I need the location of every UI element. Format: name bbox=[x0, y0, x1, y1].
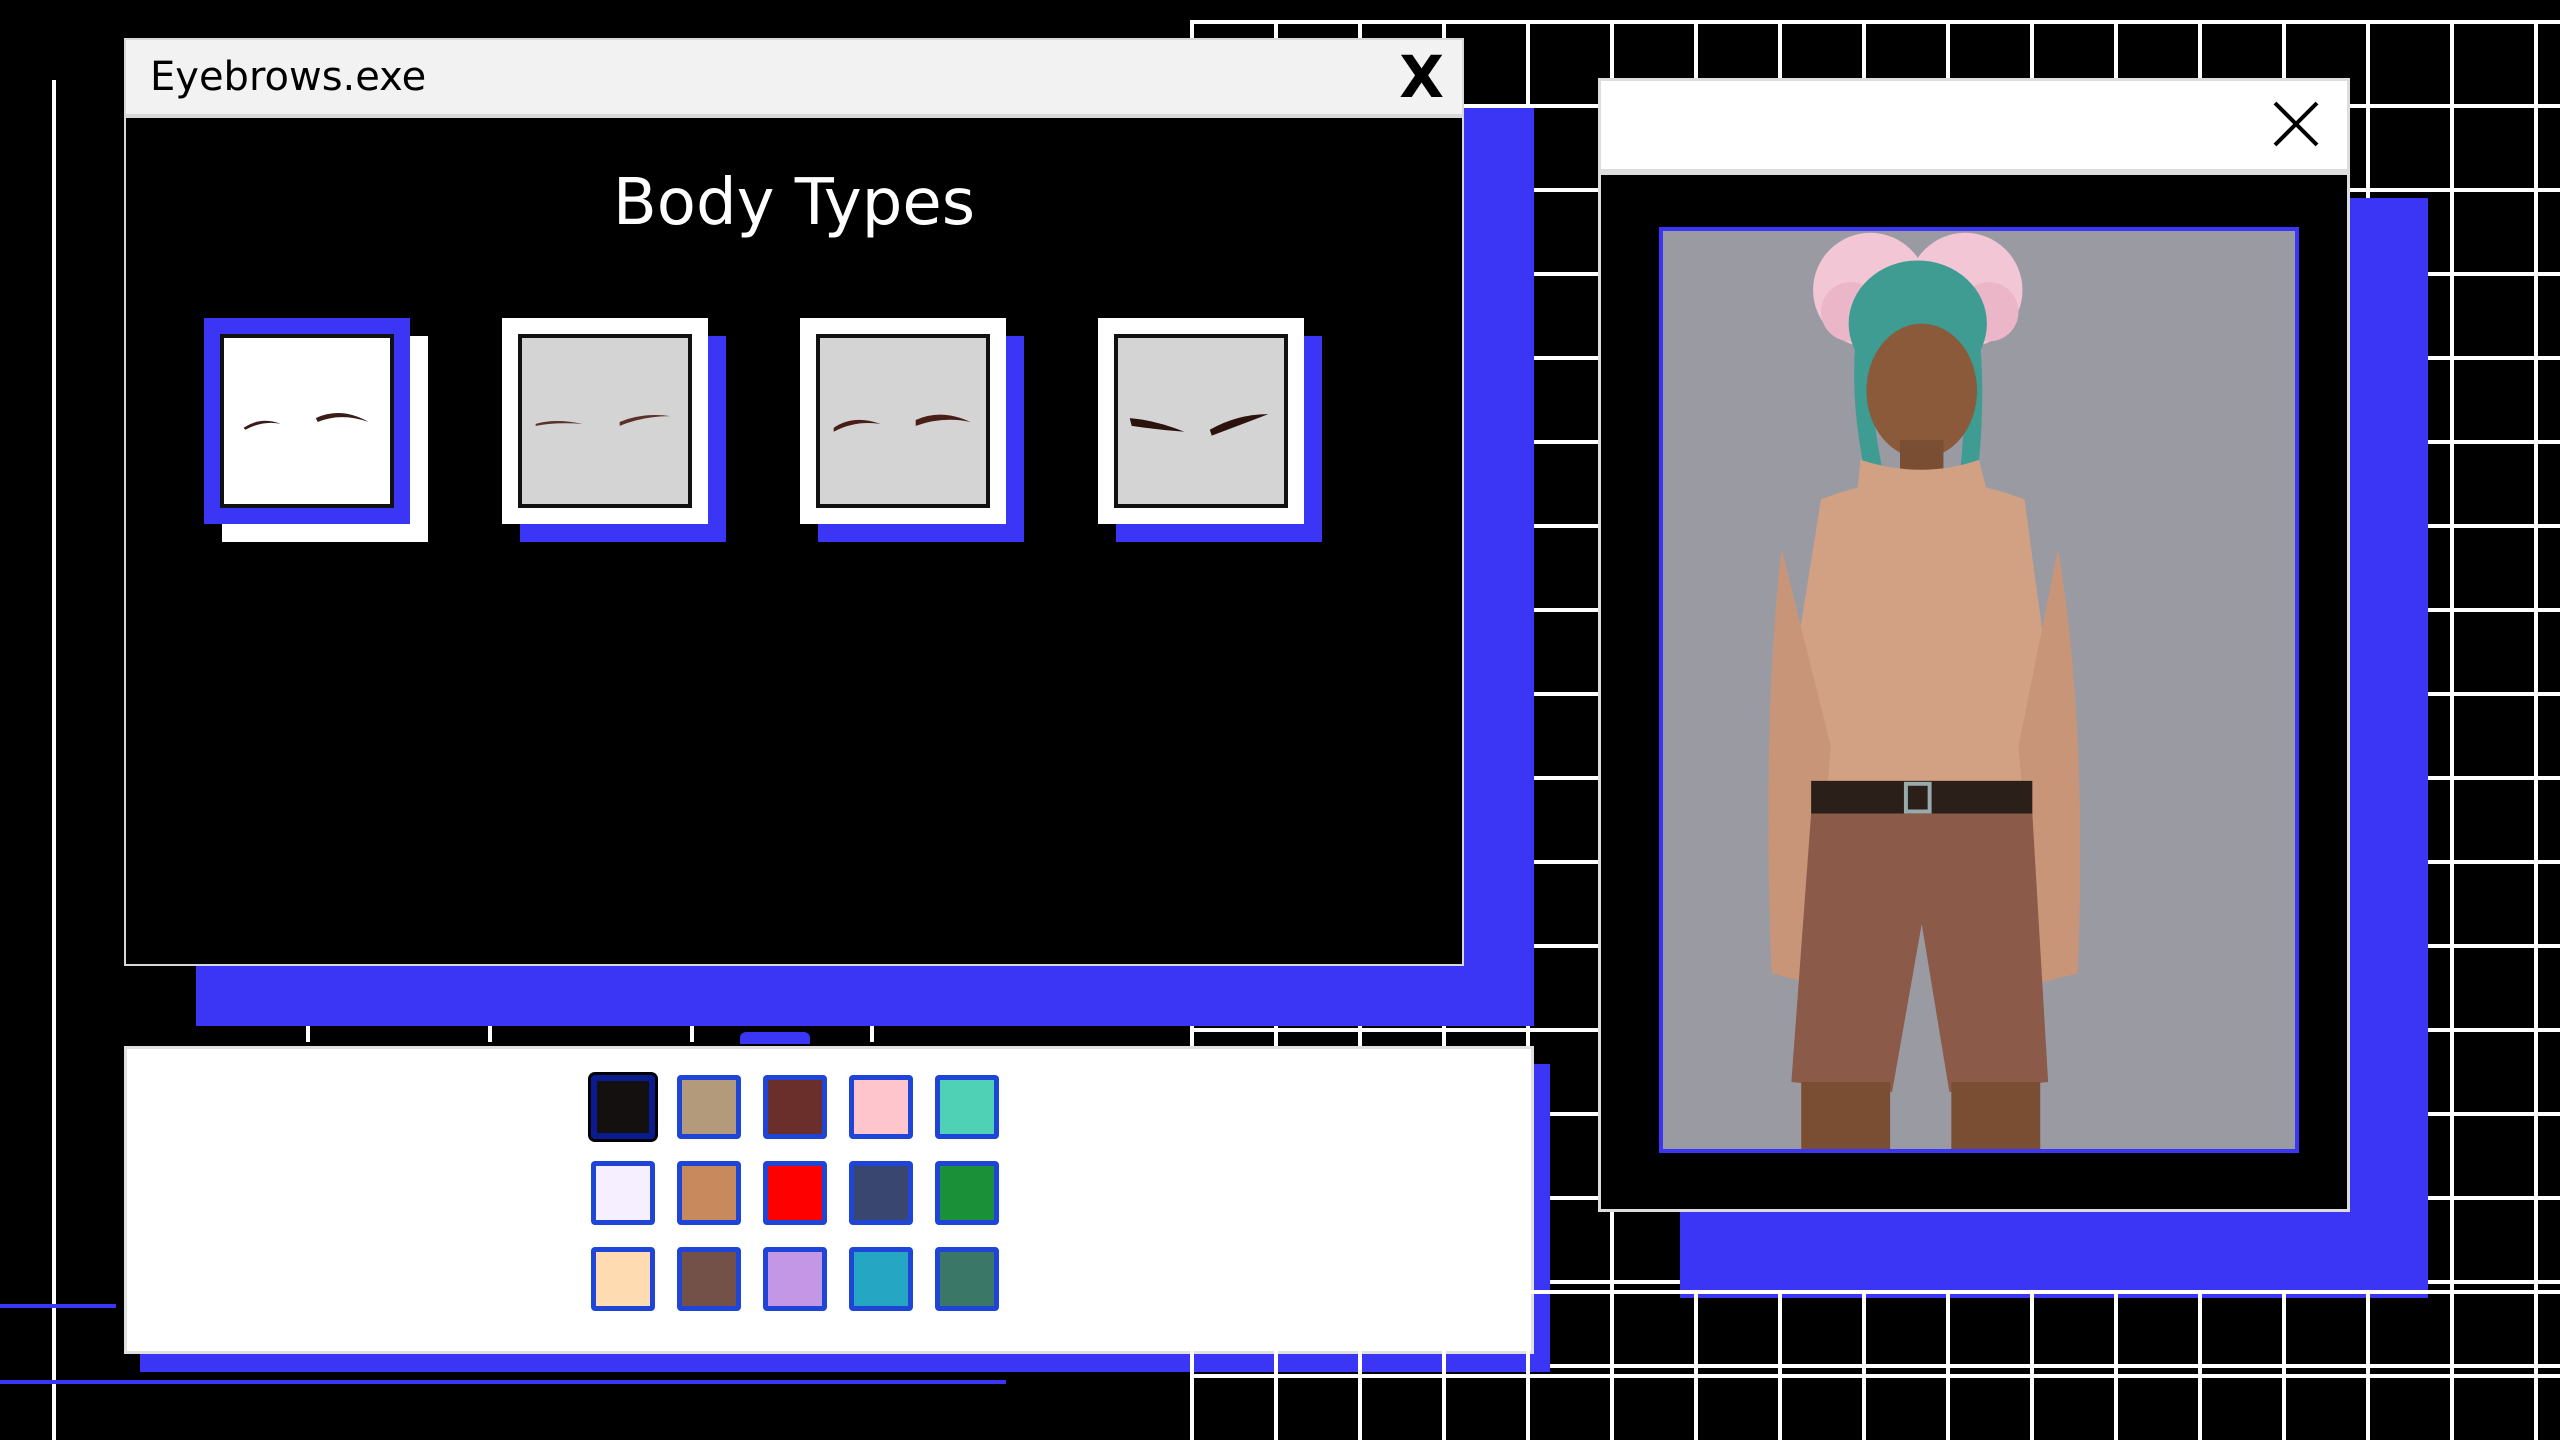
color-swatch-10[interactable] bbox=[935, 1161, 999, 1225]
decor-tick bbox=[488, 1024, 492, 1042]
option-frame bbox=[502, 318, 708, 524]
character-portrait bbox=[1659, 227, 2299, 1153]
color-swatch-1[interactable] bbox=[591, 1075, 655, 1139]
eyebrow-option-3[interactable] bbox=[800, 318, 1024, 542]
eyebrow-option-1[interactable] bbox=[204, 318, 428, 542]
option-frame bbox=[800, 318, 1006, 524]
decor-tick bbox=[690, 1024, 694, 1042]
color-swatch-5[interactable] bbox=[935, 1075, 999, 1139]
character-illustration bbox=[1768, 232, 2081, 1149]
color-swatch-2[interactable] bbox=[677, 1075, 741, 1139]
eyebrow-thick-angled-icon bbox=[1129, 414, 1269, 436]
eyebrow-medium-icon bbox=[833, 414, 971, 432]
decor-tick bbox=[870, 1024, 874, 1042]
section-heading: Body Types bbox=[612, 166, 976, 240]
color-swatch-12[interactable] bbox=[677, 1247, 741, 1311]
eyebrow-soft-flat-icon bbox=[535, 415, 671, 426]
color-swatch-3[interactable] bbox=[763, 1075, 827, 1139]
window-title: Eyebrows.exe bbox=[150, 54, 427, 100]
eyebrow-option-2[interactable] bbox=[502, 318, 726, 542]
decor-tab bbox=[740, 1032, 810, 1044]
color-swatch-9[interactable] bbox=[849, 1161, 913, 1225]
eyebrow-option-4[interactable] bbox=[1098, 318, 1322, 542]
preview-titlebar[interactable] bbox=[1598, 78, 2350, 172]
option-frame bbox=[1098, 318, 1304, 524]
decor-tick bbox=[306, 1024, 310, 1042]
option-preview bbox=[220, 334, 394, 508]
window-titlebar[interactable]: Eyebrows.exe X bbox=[124, 38, 1464, 116]
decor-line bbox=[0, 1380, 1006, 1384]
option-preview bbox=[816, 334, 990, 508]
close-icon[interactable] bbox=[2267, 95, 2325, 153]
background-grid-bottom bbox=[1190, 1290, 2560, 1440]
option-preview bbox=[1114, 334, 1288, 508]
eyebrow-thin-arch-icon bbox=[243, 413, 369, 430]
window-content: Body Types bbox=[124, 116, 1464, 966]
color-swatch-4[interactable] bbox=[849, 1075, 913, 1139]
color-swatch-7[interactable] bbox=[677, 1161, 741, 1225]
preview-panel bbox=[1598, 172, 2350, 1212]
color-swatch-6[interactable] bbox=[591, 1161, 655, 1225]
decor-line bbox=[52, 80, 56, 1440]
decor-line bbox=[0, 1304, 116, 1308]
color-swatch-11[interactable] bbox=[591, 1247, 655, 1311]
option-preview bbox=[518, 334, 692, 508]
color-swatch-15[interactable] bbox=[935, 1247, 999, 1311]
color-swatch-8[interactable] bbox=[763, 1161, 827, 1225]
color-swatch-14[interactable] bbox=[849, 1247, 913, 1311]
color-swatch-13[interactable] bbox=[763, 1247, 827, 1311]
window-close-button[interactable]: X bbox=[1399, 48, 1444, 106]
option-frame bbox=[204, 318, 410, 524]
